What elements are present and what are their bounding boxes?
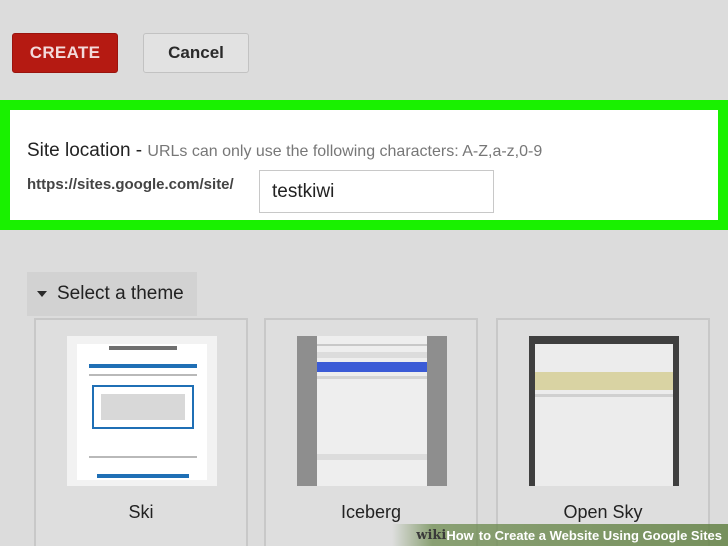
site-location-input[interactable]: testkiwi — [259, 170, 494, 213]
theme-card-iceberg[interactable]: Iceberg — [264, 318, 478, 546]
wikihow-brand-wiki: wiki — [416, 527, 447, 543]
site-location-label: Site location - — [27, 140, 143, 161]
site-location-hint: URLs can only use the following characte… — [147, 143, 543, 160]
site-location-panel: Site location - URLs can only use the fo… — [0, 100, 728, 230]
theme-name-ski: Ski — [128, 502, 154, 522]
site-url-prefix: https://sites.google.com/site/ — [27, 176, 234, 193]
theme-name-open-sky: Open Sky — [563, 502, 643, 522]
create-site-page: CREATE Cancel Site location - URLs can o… — [0, 0, 728, 546]
ski-theme-thumbnail — [67, 336, 217, 486]
wikihow-watermark: wiki How to Create a Website Using Googl… — [392, 524, 728, 546]
theme-card-open-sky[interactable]: Open Sky — [496, 318, 710, 546]
theme-card-ski[interactable]: Ski — [34, 318, 248, 546]
cancel-button[interactable]: Cancel — [143, 33, 249, 73]
open-sky-theme-thumbnail — [529, 336, 679, 486]
select-theme-toggle[interactable]: Select a theme — [27, 272, 197, 316]
create-button[interactable]: CREATE — [12, 33, 118, 73]
caret-down-icon — [37, 291, 47, 297]
wikihow-article-title: to Create a Website Using Google Sites — [478, 527, 722, 543]
iceberg-theme-thumbnail — [297, 336, 447, 486]
theme-name-iceberg: Iceberg — [340, 502, 402, 522]
site-location-heading: Site location - URLs can only use the fo… — [27, 140, 542, 162]
select-theme-label: Select a theme — [57, 283, 184, 304]
wikihow-brand-how: How — [446, 527, 474, 543]
